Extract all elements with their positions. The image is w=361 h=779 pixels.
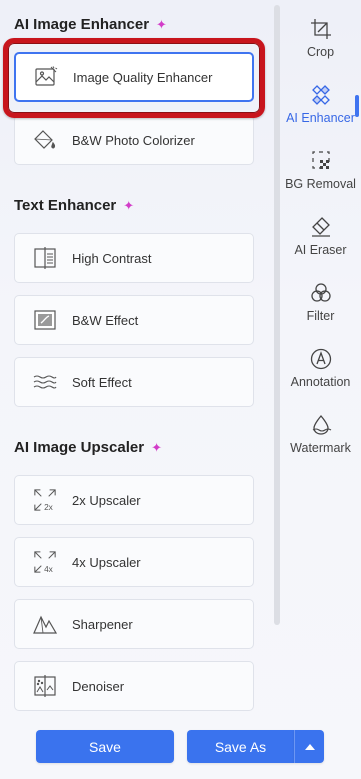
tool-soft-effect[interactable]: Soft Effect xyxy=(14,357,254,407)
rail-item-crop[interactable]: Crop xyxy=(280,17,361,77)
upscale-2x-icon: 2x xyxy=(33,488,57,512)
section-title-ai-image-enhancer: AI Image Enhancer ✦ xyxy=(14,16,167,33)
rail-label: Crop xyxy=(306,45,335,59)
save-as-button-label: Save As xyxy=(214,738,267,755)
svg-text:4x: 4x xyxy=(44,564,54,574)
high-contrast-icon xyxy=(33,246,57,270)
tool-bw-effect[interactable]: B&W Effect xyxy=(14,295,254,345)
denoiser-icon xyxy=(33,674,57,698)
tool-label: Soft Effect xyxy=(72,374,132,390)
tool-label: 4x Upscaler xyxy=(72,554,141,570)
section-title-text: AI Image Upscaler xyxy=(14,439,145,456)
tool-label: 2x Upscaler xyxy=(72,492,141,508)
soft-effect-icon xyxy=(33,370,57,394)
rail-label: Filter xyxy=(306,309,335,323)
tool-bw-photo-colorizer[interactable]: B&W Photo Colorizer xyxy=(14,115,254,165)
tool-image-quality-enhancer[interactable]: Image Quality Enhancer xyxy=(14,52,254,102)
rail-label: AI Eraser xyxy=(294,243,347,257)
tools-panel: AI Image Enhancer ✦ Image Quality Enhanc… xyxy=(0,0,270,715)
tool-2x-upscaler[interactable]: 2x 2x Upscaler xyxy=(14,475,254,525)
tool-label: Image Quality Enhancer xyxy=(73,69,213,85)
right-tool-rail: Crop AI Enhancer BG Removal AI Eraser Fi… xyxy=(280,0,361,470)
svg-text:2x: 2x xyxy=(44,502,54,512)
tool-label: B&W Effect xyxy=(72,312,139,328)
tool-label: Denoiser xyxy=(72,678,125,694)
tool-label: B&W Photo Colorizer xyxy=(72,132,195,148)
rail-item-bg-removal[interactable]: BG Removal xyxy=(280,149,361,209)
crop-icon xyxy=(309,17,333,41)
rail-item-filter[interactable]: Filter xyxy=(280,281,361,341)
tool-label: High Contrast xyxy=(72,250,152,266)
tool-label: Sharpener xyxy=(72,616,133,632)
section-title-text: AI Image Enhancer xyxy=(14,16,150,33)
annotation-icon xyxy=(309,347,333,371)
bg-removal-icon xyxy=(309,149,333,173)
caret-up-icon xyxy=(304,743,315,750)
paint-bucket-icon xyxy=(33,128,57,152)
rail-item-watermark[interactable]: Watermark xyxy=(280,413,361,473)
tool-sharpener[interactable]: Sharpener xyxy=(14,599,254,649)
rail-item-ai-enhancer[interactable]: AI Enhancer xyxy=(280,83,361,143)
save-button-label: Save xyxy=(89,738,121,755)
bw-effect-icon xyxy=(33,308,57,332)
filter-icon xyxy=(309,281,333,305)
save-as-button[interactable]: Save As xyxy=(187,730,294,763)
image-enhance-icon xyxy=(34,65,58,89)
rail-active-indicator xyxy=(355,95,359,117)
watermark-icon xyxy=(309,413,333,437)
upscale-4x-icon: 4x xyxy=(33,550,57,574)
rail-item-annotation[interactable]: Annotation xyxy=(280,347,361,407)
sparkle-icon: ✦ xyxy=(151,439,162,455)
ai-enhancer-icon xyxy=(309,83,333,107)
section-title-text-enhancer: Text Enhancer ✦ xyxy=(14,197,134,214)
sparkle-icon: ✦ xyxy=(156,16,167,32)
tool-denoiser[interactable]: Denoiser xyxy=(14,661,254,711)
eraser-icon xyxy=(309,215,333,239)
rail-label: BG Removal xyxy=(285,177,356,191)
save-button[interactable]: Save xyxy=(36,730,174,763)
tool-high-contrast[interactable]: High Contrast xyxy=(14,233,254,283)
section-title-ai-image-upscaler: AI Image Upscaler ✦ xyxy=(14,439,162,456)
tool-4x-upscaler[interactable]: 4x 4x Upscaler xyxy=(14,537,254,587)
rail-label: AI Enhancer xyxy=(286,111,355,125)
rail-label: Watermark xyxy=(290,441,351,455)
rail-item-ai-eraser[interactable]: AI Eraser xyxy=(280,215,361,275)
section-title-text: Text Enhancer xyxy=(14,197,117,214)
rail-label: Annotation xyxy=(290,375,351,389)
save-as-dropdown-button[interactable] xyxy=(294,730,324,763)
sparkle-icon: ✦ xyxy=(123,197,135,213)
sharpener-icon xyxy=(33,612,57,636)
